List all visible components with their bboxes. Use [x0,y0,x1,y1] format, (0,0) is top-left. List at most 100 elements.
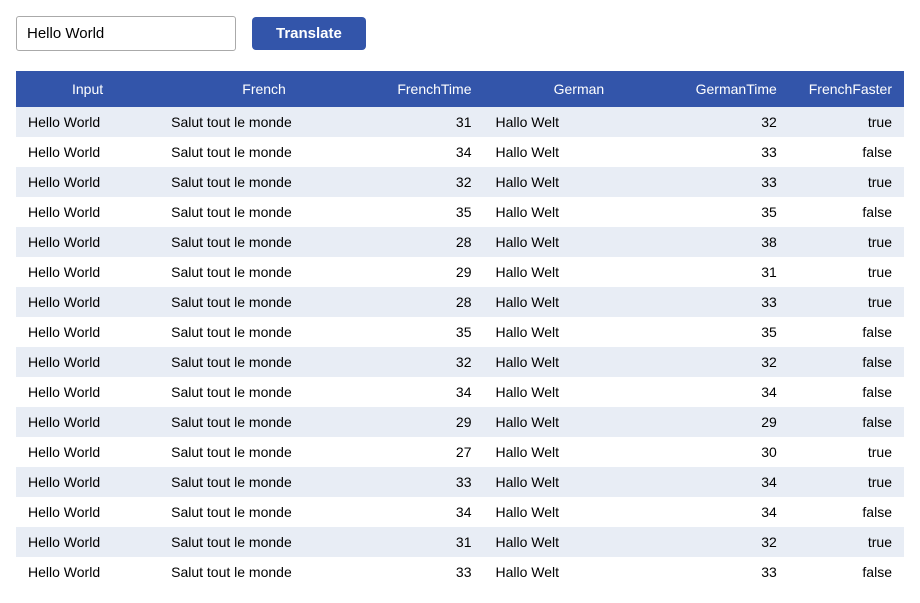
cell-german: Hallo Welt [484,407,675,437]
cell-french: Salut tout le monde [159,227,369,257]
search-input[interactable] [16,16,236,51]
cell-frenchfaster: true [789,167,904,197]
cell-input: Hello World [16,107,159,137]
cell-frenchfaster: false [789,347,904,377]
translate-button[interactable]: Translate [252,17,366,50]
cell-french: Salut tout le monde [159,317,369,347]
cell-input: Hello World [16,557,159,587]
cell-frenchtime: 32 [369,347,483,377]
cell-french: Salut tout le monde [159,467,369,497]
cell-frenchtime: 28 [369,227,483,257]
table-row: Hello WorldSalut tout le monde34Hallo We… [16,497,904,527]
cell-frenchfaster: false [789,377,904,407]
cell-french: Salut tout le monde [159,497,369,527]
cell-frenchtime: 35 [369,197,483,227]
cell-german: Hallo Welt [484,437,675,467]
cell-french: Salut tout le monde [159,107,369,137]
table-row: Hello WorldSalut tout le monde28Hallo We… [16,287,904,317]
cell-input: Hello World [16,227,159,257]
cell-frenchtime: 29 [369,257,483,287]
cell-german: Hallo Welt [484,107,675,137]
cell-frenchtime: 28 [369,287,483,317]
table-row: Hello WorldSalut tout le monde32Hallo We… [16,347,904,377]
cell-germantime: 33 [674,287,788,317]
cell-input: Hello World [16,347,159,377]
cell-german: Hallo Welt [484,347,675,377]
cell-germantime: 32 [674,527,788,557]
cell-german: Hallo Welt [484,197,675,227]
cell-input: Hello World [16,287,159,317]
cell-french: Salut tout le monde [159,287,369,317]
table-row: Hello WorldSalut tout le monde31Hallo We… [16,527,904,557]
cell-frenchfaster: true [789,227,904,257]
cell-frenchtime: 32 [369,167,483,197]
cell-frenchfaster: true [789,437,904,467]
cell-german: Hallo Welt [484,227,675,257]
cell-frenchfaster: false [789,137,904,167]
cell-germantime: 30 [674,437,788,467]
cell-input: Hello World [16,377,159,407]
cell-frenchtime: 35 [369,317,483,347]
cell-french: Salut tout le monde [159,137,369,167]
cell-french: Salut tout le monde [159,167,369,197]
table-body: Hello WorldSalut tout le monde31Hallo We… [16,107,904,587]
col-header-frenchfaster: FrenchFaster [789,71,904,107]
cell-french: Salut tout le monde [159,197,369,227]
cell-frenchfaster: true [789,257,904,287]
table-row: Hello WorldSalut tout le monde29Hallo We… [16,407,904,437]
table-row: Hello WorldSalut tout le monde33Hallo We… [16,467,904,497]
cell-german: Hallo Welt [484,527,675,557]
cell-germantime: 32 [674,107,788,137]
cell-input: Hello World [16,467,159,497]
cell-germantime: 35 [674,317,788,347]
cell-frenchtime: 29 [369,407,483,437]
cell-germantime: 38 [674,227,788,257]
cell-germantime: 34 [674,377,788,407]
cell-french: Salut tout le monde [159,557,369,587]
cell-frenchtime: 31 [369,527,483,557]
cell-frenchtime: 33 [369,557,483,587]
cell-german: Hallo Welt [484,317,675,347]
cell-input: Hello World [16,137,159,167]
table-row: Hello WorldSalut tout le monde27Hallo We… [16,437,904,467]
col-header-french: French [159,71,369,107]
cell-german: Hallo Welt [484,167,675,197]
cell-germantime: 34 [674,497,788,527]
cell-frenchtime: 33 [369,467,483,497]
cell-input: Hello World [16,167,159,197]
table-row: Hello WorldSalut tout le monde33Hallo We… [16,557,904,587]
cell-frenchtime: 27 [369,437,483,467]
cell-input: Hello World [16,437,159,467]
cell-french: Salut tout le monde [159,437,369,467]
table-row: Hello WorldSalut tout le monde28Hallo We… [16,227,904,257]
cell-input: Hello World [16,257,159,287]
cell-germantime: 35 [674,197,788,227]
cell-german: Hallo Welt [484,257,675,287]
cell-french: Salut tout le monde [159,377,369,407]
cell-input: Hello World [16,317,159,347]
cell-germantime: 33 [674,557,788,587]
table-header: Input French FrenchTime German GermanTim… [16,71,904,107]
cell-french: Salut tout le monde [159,347,369,377]
cell-german: Hallo Welt [484,377,675,407]
cell-frenchfaster: false [789,197,904,227]
table-row: Hello WorldSalut tout le monde34Hallo We… [16,137,904,167]
cell-frenchtime: 34 [369,497,483,527]
cell-frenchfaster: false [789,497,904,527]
cell-frenchfaster: true [789,467,904,497]
cell-frenchfaster: false [789,557,904,587]
table-row: Hello WorldSalut tout le monde 34Hallo We… [16,377,904,407]
table-row: Hello WorldSalut tout le monde29Hallo We… [16,257,904,287]
cell-germantime: 34 [674,467,788,497]
cell-germantime: 32 [674,347,788,377]
cell-input: Hello World [16,197,159,227]
cell-germantime: 33 [674,167,788,197]
cell-frenchfaster: true [789,107,904,137]
results-table: Input French FrenchTime German GermanTim… [16,71,904,587]
cell-germantime: 29 [674,407,788,437]
cell-german: Hallo Welt [484,557,675,587]
table-row: Hello WorldSalut tout le monde32Hallo We… [16,167,904,197]
cell-french: Salut tout le monde [159,407,369,437]
cell-frenchtime: 31 [369,107,483,137]
cell-input: Hello World [16,407,159,437]
